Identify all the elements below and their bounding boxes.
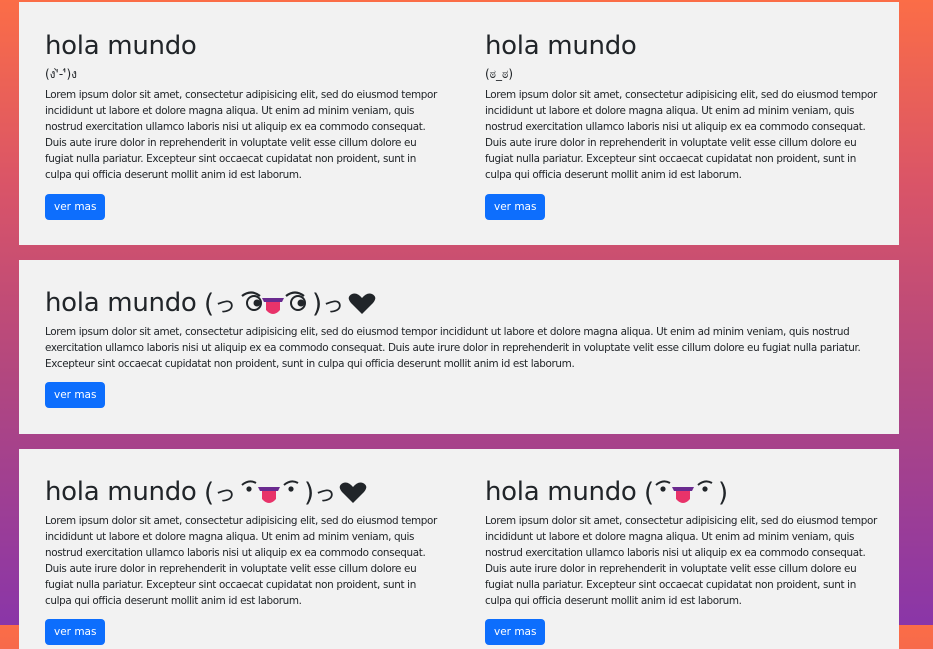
svg-text:): ): [304, 478, 314, 508]
kaomoji-text: (ง'̀-'́)ง: [45, 67, 78, 81]
svg-text:っ: っ: [314, 482, 336, 507]
card-title: hola mundo: [485, 477, 637, 507]
svg-text:っ: っ: [214, 293, 236, 318]
ver-mas-button[interactable]: ver mas: [485, 619, 546, 645]
card-1-right-column: hola mundo (ಠ_ಠ) Lorem ipsum dolor sit a…: [485, 2, 877, 183]
card-3-left-column: hola mundo ( っ ) っ Lorem ipsum dolor sit…: [45, 449, 437, 609]
card-title: hola mundo: [485, 31, 637, 61]
card-title-row: hola mundo ( っ ) っ: [45, 287, 875, 320]
card-title: hola mundo: [45, 31, 197, 61]
kaomoji-hug-tongue-heart-icon: ( っ ) っ: [204, 288, 400, 320]
card-title-row: hola mundo ( っ ) っ: [45, 476, 437, 509]
card-body-text: Lorem ipsum dolor sit amet, consectetur …: [485, 89, 877, 181]
ver-mas-button[interactable]: ver mas: [485, 194, 546, 220]
card-3: hola mundo ( っ ) っ Lorem ipsum dolor sit…: [19, 449, 899, 649]
card-1: hola mundo (ง'̀-'́)ง Lorem ipsum dolor s…: [19, 2, 899, 245]
svg-text:(: (: [644, 478, 654, 508]
ver-mas-button[interactable]: ver mas: [45, 382, 106, 408]
kaomoji-text: (ಠ_ಠ): [485, 67, 514, 81]
kaomoji-lenny-tongue-heart-icon: ( っ ) っ: [204, 477, 380, 509]
card-title: hola mundo: [45, 477, 197, 507]
svg-text:っ: っ: [322, 293, 344, 318]
ver-mas-button[interactable]: ver mas: [45, 194, 106, 220]
card-3-right-column: hola mundo ( ) Lorem ipsum dolor sit ame…: [485, 449, 877, 609]
svg-text:): ): [718, 478, 728, 508]
card-title: hola mundo: [45, 288, 197, 318]
card-1-left-column: hola mundo (ง'̀-'́)ง Lorem ipsum dolor s…: [45, 2, 437, 183]
card-body-text: Lorem ipsum dolor sit amet, consectetur …: [45, 325, 861, 370]
svg-text:(: (: [204, 289, 214, 319]
card-body-text: Lorem ipsum dolor sit amet, consectetur …: [45, 89, 437, 181]
card-body-text: Lorem ipsum dolor sit amet, consectetur …: [485, 514, 877, 607]
svg-text:): ): [312, 289, 322, 319]
svg-text:っ: っ: [214, 482, 236, 507]
card-2-column: hola mundo ( っ ) っ Lorem ipsum dolor sit…: [45, 260, 875, 372]
ver-mas-button[interactable]: ver mas: [45, 619, 106, 645]
card-title-row: hola mundo ( ): [485, 476, 877, 509]
svg-text:(: (: [204, 478, 214, 508]
card-body-text: Lorem ipsum dolor sit amet, consectetur …: [45, 514, 437, 607]
card-2: hola mundo ( っ ) っ Lorem ipsum dolor sit…: [19, 260, 899, 434]
kaomoji-lenny-tongue-icon: ( ): [644, 477, 740, 509]
